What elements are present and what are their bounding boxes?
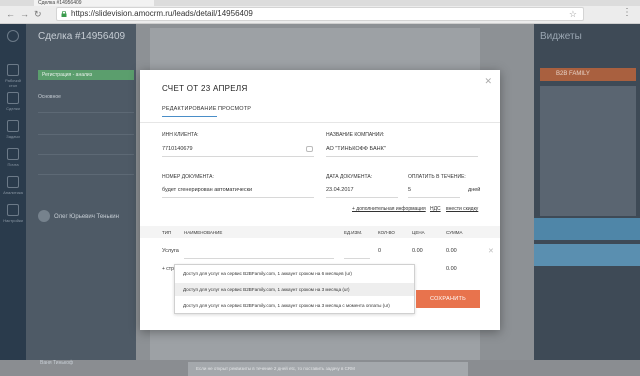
tab-preview[interactable]: ПРОСМОТР [218, 106, 251, 112]
bottom-contact: Ваня Тинькоф [40, 360, 74, 366]
browser-menu-icon[interactable]: ⋮ [622, 7, 632, 18]
date-field[interactable]: 23.04.2017 [326, 187, 354, 193]
inn-field[interactable]: 7710140679 [162, 146, 193, 152]
col-name: НАИМЕНОВАНИЕ [184, 230, 223, 235]
divider [38, 154, 134, 155]
company-label: НАЗВАНИЕ КОМПАНИИ: [326, 132, 385, 138]
tab-divider [140, 122, 500, 123]
reload-icon[interactable]: ↻ [34, 9, 42, 19]
company-field[interactable]: АО "ТИНЬКОФФ БАНК" [326, 146, 386, 152]
browser-chrome: Сделка #14956409 ← → ↻ https://slidevisi… [0, 0, 640, 24]
divider [38, 174, 134, 175]
lock-icon [61, 11, 67, 17]
widgets-title: Виджеты [540, 31, 582, 42]
row-price[interactable]: 0.00 [412, 248, 423, 254]
row-type[interactable]: Услуга [162, 248, 179, 254]
inn-label: ИНН КЛИЕНТА: [162, 132, 199, 138]
dropdown-option[interactable]: Доступ для услуг на сервис B2BFamily.com… [175, 267, 414, 280]
analytics-icon[interactable] [7, 176, 19, 188]
user-avatar-icon[interactable] [7, 30, 19, 42]
discount-link[interactable]: внести скидку [446, 206, 478, 212]
deals-icon[interactable] [7, 92, 19, 104]
dashboard-icon[interactable] [7, 64, 19, 76]
col-qty: КОЛ-ВО [378, 230, 395, 235]
divider [38, 112, 134, 113]
name-input-underline [184, 258, 334, 259]
divider [38, 134, 134, 135]
date-underline [326, 197, 398, 198]
total-sum: 0.00 [446, 266, 457, 272]
dropdown-option[interactable]: Доступ для услуг на сервис B2BFamily.com… [175, 283, 414, 296]
pay-label: ОПЛАТИТЬ В ТЕЧЕНИЕ: [408, 174, 466, 180]
pay-underline [408, 197, 460, 198]
remove-row-icon[interactable]: ✕ [488, 247, 494, 255]
date-label: ДАТА ДОКУМЕНТА: [326, 174, 373, 180]
col-price: ЦЕНА [412, 230, 425, 235]
company-underline [326, 156, 478, 157]
pay-days-field[interactable]: 5 [408, 187, 411, 193]
nav-label-tasks: Задачи [6, 134, 20, 139]
contact-avatar [38, 210, 50, 222]
col-unit: ЕД.ИЗМ. [344, 230, 363, 235]
save-button[interactable]: СОХРАНИТЬ [416, 290, 480, 308]
browser-tab[interactable]: Сделка #14956409 [34, 0, 154, 6]
dropdown-option[interactable]: Доступ для услуг на сервис B2BFamily.com… [175, 299, 414, 312]
widget-card [540, 86, 636, 216]
docnum-underline [162, 197, 314, 198]
contact-name[interactable]: Олег Юрьевич Тенькин [54, 214, 119, 220]
add-row-link[interactable]: + стр [162, 266, 174, 272]
nav-label-dashboard: Рабочий стол [5, 78, 21, 88]
bookmark-star-icon[interactable]: ☆ [569, 8, 577, 20]
back-icon[interactable]: ← [6, 9, 15, 19]
tasks-icon[interactable] [7, 120, 19, 132]
nav-label-settings: Настройки [3, 218, 23, 223]
tab-edit[interactable]: РЕДАКТИРОВАНИЕ [162, 106, 217, 117]
comment-icon[interactable] [306, 146, 313, 152]
pay-unit: дней [468, 187, 481, 193]
col-sum: СУММА [446, 230, 463, 235]
docnum-field[interactable]: будет сгенерирован автоматически [162, 187, 252, 193]
close-icon[interactable]: ✕ [484, 76, 492, 87]
lead-tab-main[interactable]: Основное [38, 94, 61, 100]
lead-panel: Сделка #14956409 Регистрация - анализ Ос… [26, 24, 136, 360]
col-type: ТИП [162, 230, 172, 235]
widgets-panel: Виджеты B2B FAMILY [534, 24, 640, 360]
vat-link[interactable]: НДС [430, 206, 441, 212]
settings-icon[interactable] [7, 204, 19, 216]
nav-label-analytics: Аналитика [3, 190, 23, 195]
nav-label-mail: Почта [7, 162, 19, 167]
additional-info-link[interactable]: + дополнительная информация [352, 206, 426, 212]
address-bar[interactable]: https://slidevision.amocrm.ru/leads/deta… [56, 7, 584, 21]
product-dropdown[interactable]: Доступ для услуг на сервис B2BFamily.com… [174, 264, 415, 314]
left-nav: Рабочий стол Сделки Задачи Почта Аналити… [0, 24, 26, 360]
inn-underline [162, 156, 314, 157]
modal-title: СЧЕТ ОТ 23 АПРЕЛЯ [162, 84, 248, 93]
widget-bar[interactable] [534, 244, 640, 266]
bottom-note: Если не открыт реквизиты в течение 2 дне… [188, 362, 468, 376]
forward-icon[interactable]: → [20, 9, 29, 19]
row-qty[interactable]: 0 [378, 248, 381, 254]
lead-status-badge[interactable]: Регистрация - анализ [38, 70, 134, 80]
widget-badge[interactable]: B2B FAMILY [540, 68, 636, 81]
widget-bar[interactable] [534, 218, 640, 240]
url-text: https://slidevision.amocrm.ru/leads/deta… [71, 9, 253, 18]
unit-input-underline [344, 258, 370, 259]
lead-title: Сделка #14956409 [38, 31, 126, 42]
tab-strip: Сделка #14956409 [0, 0, 640, 6]
row-sum: 0.00 [446, 248, 457, 254]
docnum-label: НОМЕР ДОКУМЕНТА: [162, 174, 214, 180]
nav-label-deals: Сделки [6, 106, 20, 111]
mail-icon[interactable] [7, 148, 19, 160]
